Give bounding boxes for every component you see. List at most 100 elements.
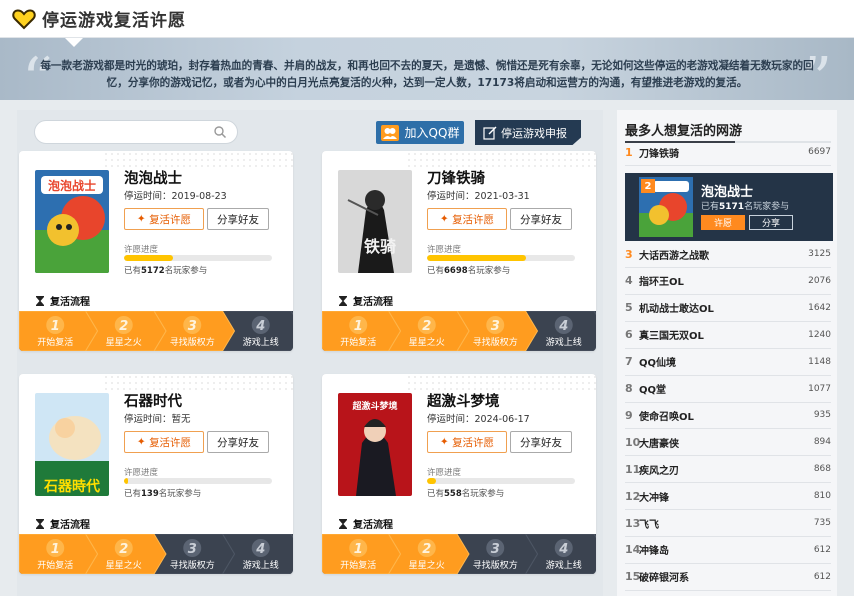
wish-label: 复活许愿 — [452, 213, 495, 226]
game-name[interactable]: 刀锋铁骑 — [427, 167, 485, 188]
wish-button[interactable]: ✦ 复活许愿 — [124, 208, 204, 230]
share-button[interactable]: 分享好友 — [510, 431, 572, 453]
step-label: 开始复活 — [340, 559, 376, 571]
card-pattern — [406, 374, 596, 390]
wish-button[interactable]: ✦ 复活许愿 — [124, 431, 204, 453]
ranking-item[interactable]: 4 指环王OL 2076 — [625, 268, 831, 295]
join-qq-group-button[interactable]: 加入QQ群 — [376, 121, 464, 144]
rank-number: 6 — [625, 328, 633, 342]
step-label: 开始复活 — [37, 336, 73, 348]
step-label: 游戏上线 — [546, 559, 582, 571]
revival-steps: 1 开始复活 2 星星之火 3 寻找版权方 4 游戏上线 — [19, 311, 293, 351]
step-label: 游戏上线 — [243, 336, 279, 348]
ranking-sidebar: 最多人想复活的网游 1 刀锋铁骑 6697 2 泡泡战士 已有5171名玩家参与… — [617, 110, 837, 596]
join-qq-label: 加入QQ群 — [404, 126, 460, 140]
hourglass-icon — [36, 295, 44, 306]
wish-progress-bar — [124, 255, 272, 261]
wish-label: 复活许愿 — [149, 436, 192, 449]
game-name[interactable]: 泡泡战士 — [124, 167, 182, 188]
ranking-item[interactable]: 15 破碎银河系 612 — [625, 564, 831, 591]
ranking-item[interactable]: 12 大冲锋 810 — [625, 483, 831, 511]
rank-number: 9 — [625, 408, 633, 422]
rank-game-name: QQ堂 — [639, 385, 667, 396]
count-value: 139 — [141, 489, 159, 499]
featured-count: 已有5171名玩家参与 — [701, 199, 789, 212]
svg-text:超激斗梦境: 超激斗梦境 — [351, 400, 397, 412]
hourglass-icon — [339, 295, 347, 306]
svg-text:泡泡战士: 泡泡战士 — [48, 178, 96, 193]
wish-progress-bar — [427, 478, 575, 484]
ranking-item[interactable]: 5 机动战士敢达OL 1642 — [625, 295, 831, 322]
featured-count-prefix: 已有 — [701, 202, 720, 212]
card-pattern — [406, 151, 596, 167]
rank-number: 7 — [625, 355, 633, 369]
revival-flow-heading: 复活流程 — [35, 293, 90, 308]
count-prefix: 已有 — [427, 266, 445, 276]
ranking-item[interactable]: 7 QQ仙境 1148 — [625, 349, 831, 376]
rank-game-name: 破碎银河系 — [639, 573, 689, 585]
game-cover-image[interactable]: 泡泡战士 — [35, 170, 109, 273]
featured-count-suffix: 名玩家参与 — [744, 202, 790, 212]
count-prefix: 已有 — [427, 489, 445, 499]
wish-progress-bar — [427, 255, 575, 261]
rank-game-name: 飞飞 — [639, 519, 659, 531]
step-number: 4 — [255, 542, 265, 557]
search-field[interactable] — [45, 124, 205, 140]
revival-steps: 1 开始复活 2 星星之火 3 寻找版权方 4 游戏上线 — [322, 311, 596, 351]
edit-icon — [483, 126, 497, 140]
ranking-item[interactable]: 10 大唐豪侠 894 — [625, 429, 831, 457]
card-pattern — [103, 374, 293, 390]
share-button[interactable]: 分享好友 — [510, 208, 572, 230]
featured-game-name[interactable]: 泡泡战士 — [701, 181, 753, 200]
ranking-item[interactable]: 14 冲锋岛 612 — [625, 537, 831, 564]
step-label: 星星之火 — [409, 559, 445, 571]
step-number: 1 — [354, 542, 363, 557]
rank-number: 3 — [625, 247, 633, 261]
flow-label: 复活流程 — [353, 520, 393, 531]
revival-flow-heading: 复活流程 — [338, 293, 393, 308]
step-label: 游戏上线 — [546, 336, 582, 348]
share-label: 分享好友 — [520, 213, 562, 226]
flow-label: 复活流程 — [353, 297, 393, 308]
rank-count: 1148 — [808, 356, 831, 367]
ranking-item[interactable]: 11 疾风之刃 868 — [625, 456, 831, 484]
share-button[interactable]: 分享好友 — [207, 431, 269, 453]
ranking-item[interactable]: 8 QQ堂 1077 — [625, 376, 831, 403]
game-cover-image[interactable]: 石器時代 — [35, 393, 109, 496]
report-game-button[interactable]: 停运游戏申报 — [475, 120, 581, 145]
plus-icon: ✦ — [136, 436, 150, 448]
step-number: 1 — [51, 542, 60, 557]
progress-fill — [124, 478, 129, 484]
share-button[interactable]: 分享好友 — [207, 208, 269, 230]
rank-game-name: 使命召唤OL — [639, 411, 694, 423]
rank-game-name: 大唐豪侠 — [639, 438, 679, 450]
ranking-item[interactable]: 1 刀锋铁骑 6697 — [625, 139, 831, 166]
rank-number: 13 — [625, 516, 641, 530]
rank-count: 1077 — [808, 383, 831, 394]
participant-count: 已有5172名玩家参与 — [124, 264, 207, 276]
featured-share-button[interactable]: 分享 — [749, 215, 793, 230]
wish-button[interactable]: ✦ 复活许愿 — [427, 208, 507, 230]
wish-button[interactable]: ✦ 复活许愿 — [427, 431, 507, 453]
rank-game-name: 真三国无双OL — [639, 331, 704, 343]
top-bar: 停运游戏复活许愿 — [0, 0, 854, 38]
ranking-item[interactable]: 3 大话西游之战歌 3125 — [625, 241, 831, 268]
game-cover-image[interactable]: 超激斗梦境 — [338, 393, 412, 496]
count-suffix: 名玩家参与 — [467, 266, 511, 276]
step-label: 寻找版权方 — [473, 559, 518, 571]
step-number: 3 — [188, 319, 197, 334]
ranking-item[interactable]: 13 飞飞 735 — [625, 510, 831, 537]
ranking-item[interactable]: 6 真三国无双OL 1240 — [625, 322, 831, 349]
rank-number: 15 — [625, 570, 641, 584]
daofeng-cover-art: 铁骑 — [338, 170, 412, 273]
featured-ranking-item[interactable]: 2 泡泡战士 已有5171名玩家参与 许愿 分享 — [625, 173, 833, 241]
game-name[interactable]: 石器时代 — [124, 390, 182, 411]
featured-wish-button[interactable]: 许愿 — [701, 215, 745, 230]
progress-label: 许愿进度 — [124, 245, 159, 255]
game-name[interactable]: 超激斗梦境 — [427, 390, 500, 411]
rank-count: 868 — [813, 464, 831, 475]
game-cover-image[interactable]: 铁骑 — [338, 170, 412, 273]
ranking-item[interactable]: 9 使命召唤OL 935 — [625, 402, 831, 430]
search-input[interactable] — [34, 120, 238, 144]
search-icon[interactable] — [213, 125, 227, 139]
